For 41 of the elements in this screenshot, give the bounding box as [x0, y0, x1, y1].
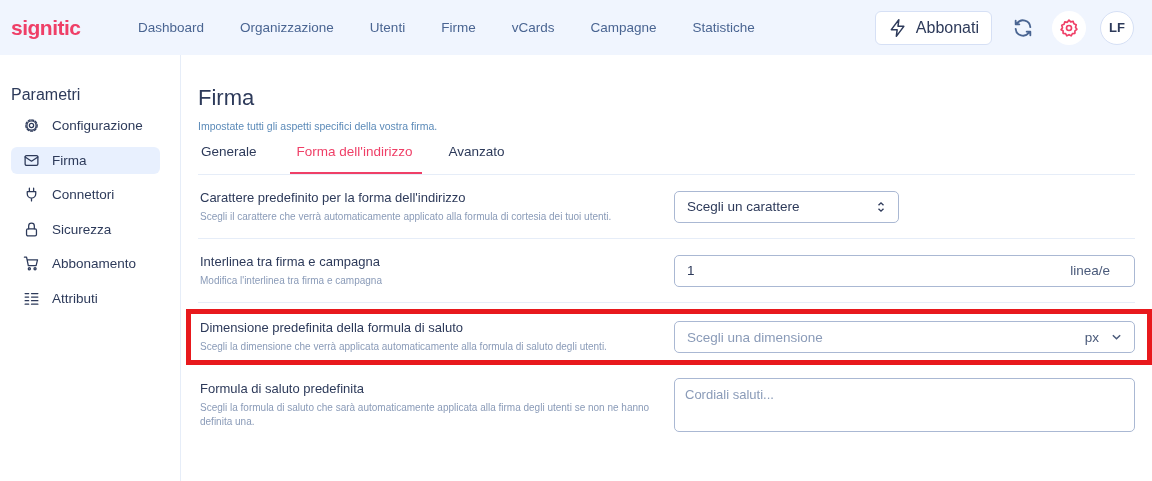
nav-link[interactable]: Organizzazione: [240, 20, 334, 35]
settings-icon: [1059, 17, 1079, 38]
sidebar-item[interactable]: Connettori: [11, 181, 160, 208]
sidebar-item[interactable]: Firma: [11, 146, 160, 174]
setting-description: Scegli la dimensione che verrà applicata automaticamente alla formula di saluto degli utenti.: [200, 340, 608, 354]
input-field[interactable]: 1 linea/e: [674, 254, 1135, 287]
sidebar-item[interactable]: Abbonamento: [11, 250, 160, 277]
nav-link[interactable]: Firme: [441, 20, 476, 35]
nav-link[interactable]: Statistiche: [692, 20, 755, 35]
setting-description: Scegli il carattere che verrà automaticamente applicato alla formula di cortesia dei tuoi utenti.: [200, 209, 613, 224]
setting-description: Modifica l'interlinea tra firma e campagna: [200, 273, 383, 288]
settings-button[interactable]: [1052, 10, 1086, 45]
tab[interactable]: Forma dell'indirizzo: [289, 144, 423, 174]
nav-link[interactable]: Utenti: [369, 20, 406, 35]
sort-arrows-icon: [876, 199, 886, 214]
size-select[interactable]: Scegli una dimensione px: [674, 321, 1135, 353]
gear-icon: [23, 117, 40, 134]
setting-description: Scegli la formula di saluto che sarà automaticamente applicata alla firma degli utenti se non ne hanno definita una.: [200, 401, 651, 429]
text-area[interactable]: Cordiali saluti...: [674, 378, 1135, 432]
page-title: Firma: [198, 85, 256, 111]
nav-link[interactable]: Dashboard: [138, 20, 205, 35]
setting-title: Dimensione predefinita della formula di saluto: [200, 320, 465, 335]
nav-link[interactable]: vCards: [511, 20, 555, 35]
font-select[interactable]: Scegli un carattere: [674, 190, 899, 223]
lock-icon: [23, 220, 40, 238]
sidebar-item[interactable]: Sicurezza: [11, 215, 160, 243]
sidebar-item[interactable]: Attributi: [11, 284, 160, 312]
setting-title: Formula di saluto predefinita: [200, 381, 366, 396]
setting-title: Interlinea tra firma e campagna: [200, 253, 381, 269]
nav-link[interactable]: Campagne: [590, 20, 657, 35]
subscribe-button[interactable]: Abbonati: [874, 10, 992, 45]
sidebar-title: Parametri: [11, 86, 82, 104]
refresh-icon[interactable]: [1012, 16, 1034, 39]
setting-title: Carattere predefinito per la forma dell'indirizzo: [200, 189, 467, 205]
tab[interactable]: Generale: [198, 144, 274, 174]
sidebar-item[interactable]: Configurazione: [11, 112, 160, 139]
cart-icon: [23, 255, 40, 272]
tab[interactable]: Avanzato: [445, 144, 522, 174]
chevron-down-icon: [1111, 333, 1122, 341]
page-subtitle: Impostate tutti gli aspetti specifici della vostra firma.: [198, 120, 439, 132]
user-avatar[interactable]: LF: [1100, 10, 1134, 45]
